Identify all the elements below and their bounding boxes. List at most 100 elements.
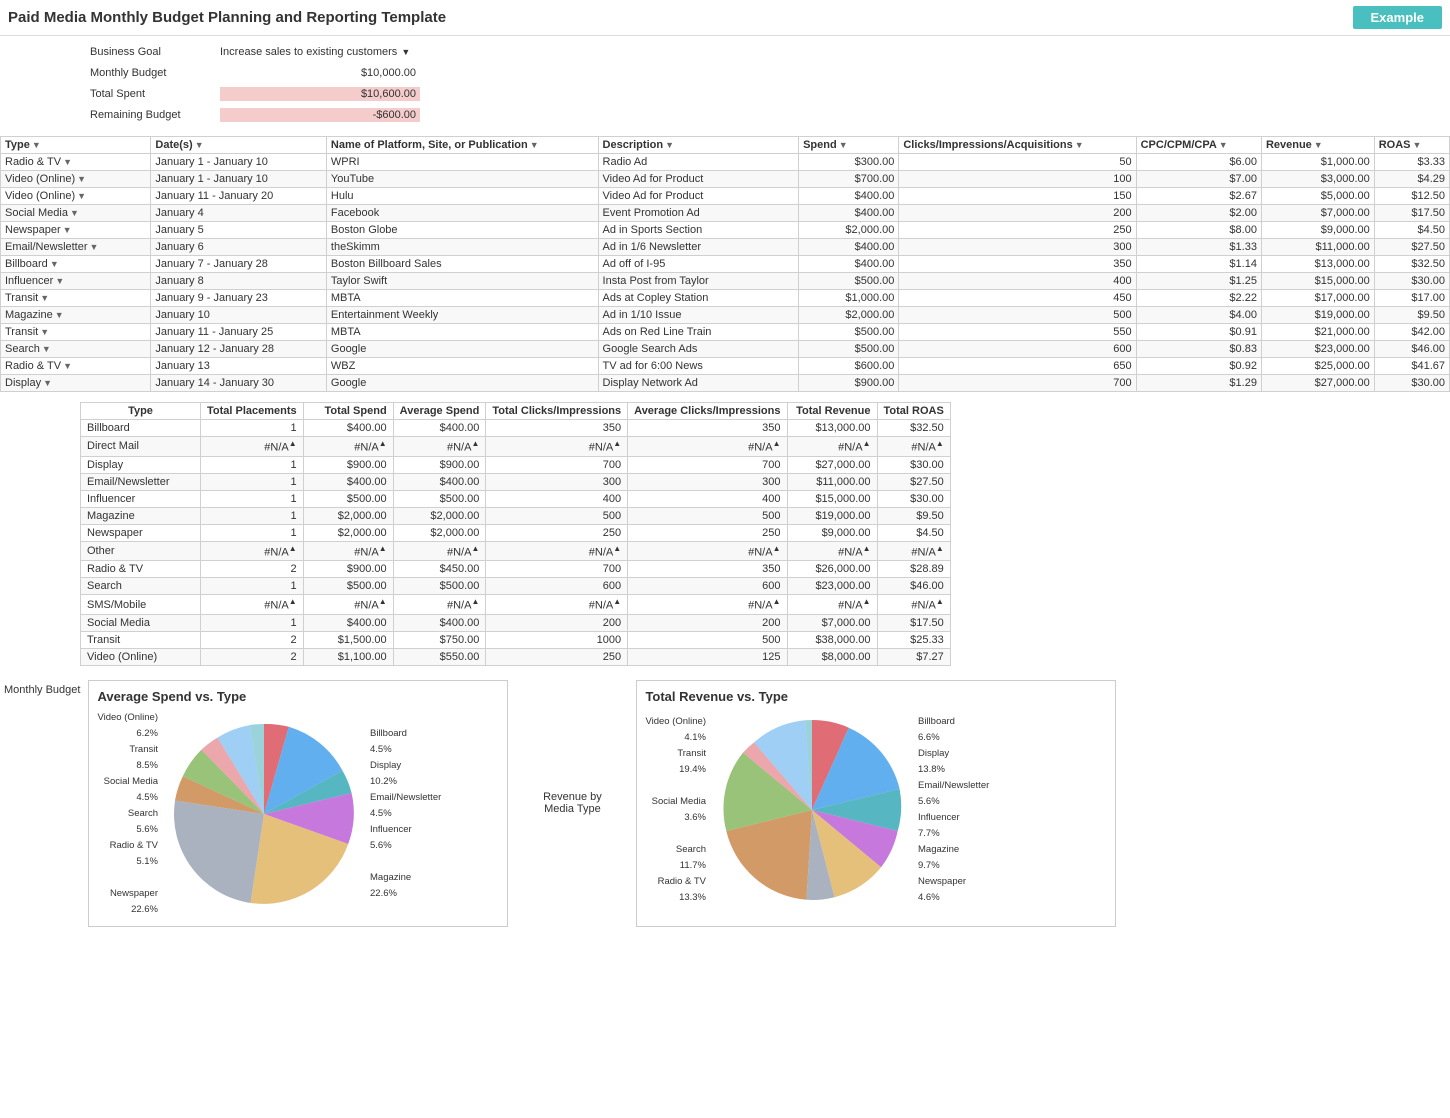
summary-table-cell: 350 xyxy=(486,420,628,437)
main-table-row: Display▼January 14 - January 30GoogleDis… xyxy=(1,375,1450,392)
summary-table-cell: 2 xyxy=(201,648,304,665)
summary-table-cell: $900.00 xyxy=(303,456,393,473)
th-clicks[interactable]: Clicks/Impressions/Acquisitions▼ xyxy=(899,137,1136,154)
main-table-cell: Radio Ad xyxy=(598,154,799,171)
summary-table-cell: 2 xyxy=(201,631,304,648)
sth-avg-clicks: Average Clicks/Impressions xyxy=(628,403,787,420)
main-table-cell: 650 xyxy=(899,358,1136,375)
main-table-cell: Video (Online)▼ xyxy=(1,171,151,188)
th-roas[interactable]: ROAS▼ xyxy=(1374,137,1449,154)
summary-table-row: Billboard1$400.00$400.00350350$13,000.00… xyxy=(81,420,951,437)
th-revenue[interactable]: Revenue▼ xyxy=(1261,137,1374,154)
main-table-cell: Email/Newsletter▼ xyxy=(1,239,151,256)
summary-table-cell: $32.50 xyxy=(877,420,950,437)
main-table-cell: $46.00 xyxy=(1374,341,1449,358)
main-table-cell: $2.00 xyxy=(1136,205,1261,222)
main-table-cell: Transit▼ xyxy=(1,290,151,307)
summary-table-cell: Influencer xyxy=(81,490,201,507)
summary-table-cell: $900.00 xyxy=(393,456,486,473)
summary-table-cell: Email/Newsletter xyxy=(81,473,201,490)
main-table-cell: January 13 xyxy=(151,358,326,375)
main-table-cell: 550 xyxy=(899,324,1136,341)
summary-table-cell: $30.00 xyxy=(877,456,950,473)
row-type-arrow: ▼ xyxy=(50,259,59,269)
th-desc[interactable]: Description▼ xyxy=(598,137,799,154)
th-type[interactable]: Type▼ xyxy=(1,137,151,154)
th-cpc[interactable]: CPC/CPM/CPA▼ xyxy=(1136,137,1261,154)
main-table-cell: $300.00 xyxy=(799,154,899,171)
summary-table-cell: #N/A▲ xyxy=(393,541,486,561)
summary-table-cell: $28.89 xyxy=(877,561,950,578)
main-table-cell: MBTA xyxy=(326,324,598,341)
summary-table-cell: 1 xyxy=(201,420,304,437)
main-table-cell: January 14 - January 30 xyxy=(151,375,326,392)
main-table-row: Newspaper▼January 5Boston GlobeAd in Spo… xyxy=(1,222,1450,239)
main-table-cell: January 1 - January 10 xyxy=(151,154,326,171)
avg-spend-legend-right: Billboard 4.5% Display 10.2% Email/Newsl… xyxy=(370,726,441,902)
summary-table-row: Direct Mail#N/A▲#N/A▲#N/A▲#N/A▲#N/A▲#N/A… xyxy=(81,437,951,457)
business-goal-value[interactable]: Increase sales to existing customers ▼ xyxy=(220,46,420,58)
main-table-cell: Video Ad for Product xyxy=(598,171,799,188)
summary-table-cell: $13,000.00 xyxy=(787,420,877,437)
main-table-cell: $13,000.00 xyxy=(1261,256,1374,273)
main-table-cell: $500.00 xyxy=(799,273,899,290)
main-table-row: Search▼January 12 - January 28GoogleGoog… xyxy=(1,341,1450,358)
summary-table-cell: 250 xyxy=(486,648,628,665)
summary-table-cell: 300 xyxy=(486,473,628,490)
platform-sort-icon: ▼ xyxy=(530,140,539,150)
main-table-cell: Ads on Red Line Train xyxy=(598,324,799,341)
main-table-header-row: Type▼ Date(s)▼ Name of Platform, Site, o… xyxy=(1,137,1450,154)
main-table-row: Billboard▼January 7 - January 28Boston B… xyxy=(1,256,1450,273)
summary-table-cell: $2,000.00 xyxy=(393,507,486,524)
business-goal-row: Business Goal Increase sales to existing… xyxy=(80,42,1450,62)
main-table-cell: January 1 - January 10 xyxy=(151,171,326,188)
summary-table-cell: $400.00 xyxy=(393,473,486,490)
summary-table-cell: 500 xyxy=(628,507,787,524)
monthly-budget-row: Monthly Budget $10,000.00 xyxy=(80,63,1450,83)
sth-total-rev: Total Revenue xyxy=(787,403,877,420)
summary-table-cell: 350 xyxy=(628,420,787,437)
summary-table-cell: #N/A▲ xyxy=(393,595,486,615)
summary-table-cell: 500 xyxy=(628,631,787,648)
summary-table-cell: 700 xyxy=(486,561,628,578)
th-platform[interactable]: Name of Platform, Site, or Publication▼ xyxy=(326,137,598,154)
summary-table-row: Social Media1$400.00$400.00200200$7,000.… xyxy=(81,614,951,631)
main-table-cell: $5,000.00 xyxy=(1261,188,1374,205)
main-table-cell: theSkimm xyxy=(326,239,598,256)
summary-table-cell: Billboard xyxy=(81,420,201,437)
main-table-cell: Ad in 1/10 Issue xyxy=(598,307,799,324)
row-type-arrow: ▼ xyxy=(42,344,51,354)
main-table-cell: $27,000.00 xyxy=(1261,375,1374,392)
pie-slice-newspaper xyxy=(174,800,264,903)
main-table-cell: Magazine▼ xyxy=(1,307,151,324)
main-table-cell: $0.92 xyxy=(1136,358,1261,375)
main-table-cell: $17.00 xyxy=(1374,290,1449,307)
main-table-cell: 150 xyxy=(899,188,1136,205)
main-table-cell: Radio & TV▼ xyxy=(1,358,151,375)
sth-total-roas: Total ROAS xyxy=(877,403,950,420)
summary-table-cell: 1 xyxy=(201,524,304,541)
summary-table-cell: $900.00 xyxy=(303,561,393,578)
summary-table-cell: $500.00 xyxy=(393,578,486,595)
summary-table-cell: 250 xyxy=(628,524,787,541)
summary-table-cell: 700 xyxy=(628,456,787,473)
summary-table-cell: $550.00 xyxy=(393,648,486,665)
remaining-budget-label: Remaining Budget xyxy=(80,109,220,121)
summary-table-cell: $27.50 xyxy=(877,473,950,490)
sth-type: Type xyxy=(81,403,201,420)
main-table-cell: $4.00 xyxy=(1136,307,1261,324)
page-title: Paid Media Monthly Budget Planning and R… xyxy=(8,9,1353,26)
total-revenue-pie xyxy=(712,710,912,910)
summary-table-row: Radio & TV2$900.00$450.00700350$26,000.0… xyxy=(81,561,951,578)
th-dates[interactable]: Date(s)▼ xyxy=(151,137,326,154)
main-table-cell: $32.50 xyxy=(1374,256,1449,273)
main-table-cell: $2.67 xyxy=(1136,188,1261,205)
main-table-cell: $500.00 xyxy=(799,324,899,341)
header-bar: Paid Media Monthly Budget Planning and R… xyxy=(0,0,1450,36)
row-type-arrow: ▼ xyxy=(43,378,52,388)
row-type-arrow: ▼ xyxy=(63,157,72,167)
th-spend[interactable]: Spend▼ xyxy=(799,137,899,154)
avg-spend-chart: Average Spend vs. Type Video (Online) 6.… xyxy=(88,680,508,927)
summary-table-cell: $2,000.00 xyxy=(303,507,393,524)
total-revenue-chart: Total Revenue vs. Type Video (Online) 4.… xyxy=(636,680,1116,927)
